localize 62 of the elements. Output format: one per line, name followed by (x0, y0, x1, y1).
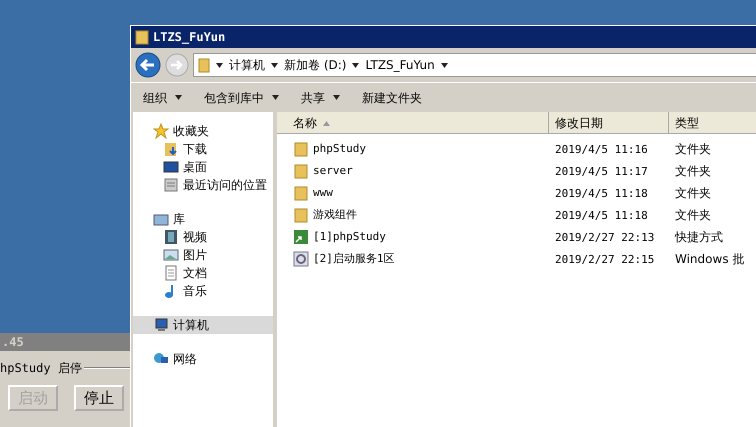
nav-item[interactable]: 下载 (133, 140, 273, 158)
breadcrumb-item[interactable]: LTZS_FuYun (365, 56, 435, 74)
window-button[interactable]: 停止 (74, 385, 124, 411)
file-type: Windows 批 (675, 252, 744, 266)
computer-icon (153, 317, 169, 333)
toolbar-button[interactable]: 新建文件夹 (362, 88, 422, 106)
folder-icon (198, 57, 210, 73)
column-header[interactable]: 类型 (669, 112, 756, 133)
file-date: 2019/4/5 11:17 (555, 164, 648, 178)
breadcrumb-item[interactable]: 计算机 (229, 56, 265, 74)
file-type: 文件夹 (675, 164, 711, 178)
star-icon (153, 123, 169, 139)
file-type: 文件夹 (675, 208, 711, 222)
column-header[interactable]: 修改日期 (549, 112, 669, 133)
group-label: hpStudy 启停 (0, 360, 82, 377)
file-date: 2019/2/27 22:15 (555, 252, 654, 266)
file-name[interactable]: phpStudy (313, 140, 366, 158)
file-name[interactable]: server (313, 162, 353, 180)
toolbar-button[interactable]: 包含到库中 (204, 88, 279, 106)
nav-item[interactable]: 网络 (133, 350, 273, 368)
picture-icon (163, 247, 179, 263)
nav-item[interactable]: 图片 (133, 246, 273, 264)
toolbar-button[interactable]: 共享 (301, 88, 340, 106)
download-folder-icon (163, 141, 179, 157)
folder-icon (293, 141, 309, 157)
file-date: 2019/4/5 11:18 (555, 208, 648, 222)
file-type: 文件夹 (675, 186, 711, 200)
file-date: 2019/4/5 11:16 (555, 142, 648, 156)
caret-icon (216, 62, 223, 68)
nav-item[interactable]: 库 (133, 210, 273, 228)
folder-icon (293, 185, 309, 201)
file-type: 快捷方式 (675, 230, 723, 244)
nav-item[interactable]: 视频 (133, 228, 273, 246)
caret-icon (271, 62, 278, 68)
column-header[interactable]: 名称 (277, 112, 549, 133)
file-date: 2019/4/5 11:18 (555, 186, 648, 200)
folder-icon (293, 163, 309, 179)
shortcut-icon (293, 229, 309, 245)
file-type: 文件夹 (675, 142, 711, 156)
file-name[interactable]: 游戏组件 (313, 206, 357, 224)
file-date: 2019/2/27 22:13 (555, 230, 654, 244)
film-icon (163, 229, 179, 245)
nav-item[interactable]: 收藏夹 (133, 122, 273, 140)
back-icon[interactable] (135, 52, 161, 78)
file-name[interactable]: www (313, 184, 333, 202)
nav-item[interactable]: 最近访问的位置 (133, 176, 273, 194)
nav-item[interactable]: 音乐 (133, 282, 273, 300)
monitor-icon (163, 159, 179, 175)
nav-item[interactable]: 计算机 (133, 316, 273, 334)
window-title: LTZS_FuYun (153, 29, 226, 46)
file-name[interactable]: [1]phpStudy (313, 228, 386, 246)
nav-item[interactable]: 文档 (133, 264, 273, 282)
toolbar-button[interactable]: 组织 (143, 88, 182, 106)
folder-icon (293, 207, 309, 223)
caret-icon (440, 62, 448, 68)
caret-icon (352, 62, 360, 68)
file-name[interactable]: [2]启动服务1区 (313, 250, 394, 268)
document-icon (163, 265, 179, 281)
nav-item[interactable]: 桌面 (133, 158, 273, 176)
address-bar[interactable]: 计算机 新加卷 (D:) LTZS_FuYun (193, 53, 756, 77)
breadcrumb-item[interactable]: 新加卷 (D:) (284, 56, 346, 74)
folder-icon (135, 29, 149, 45)
